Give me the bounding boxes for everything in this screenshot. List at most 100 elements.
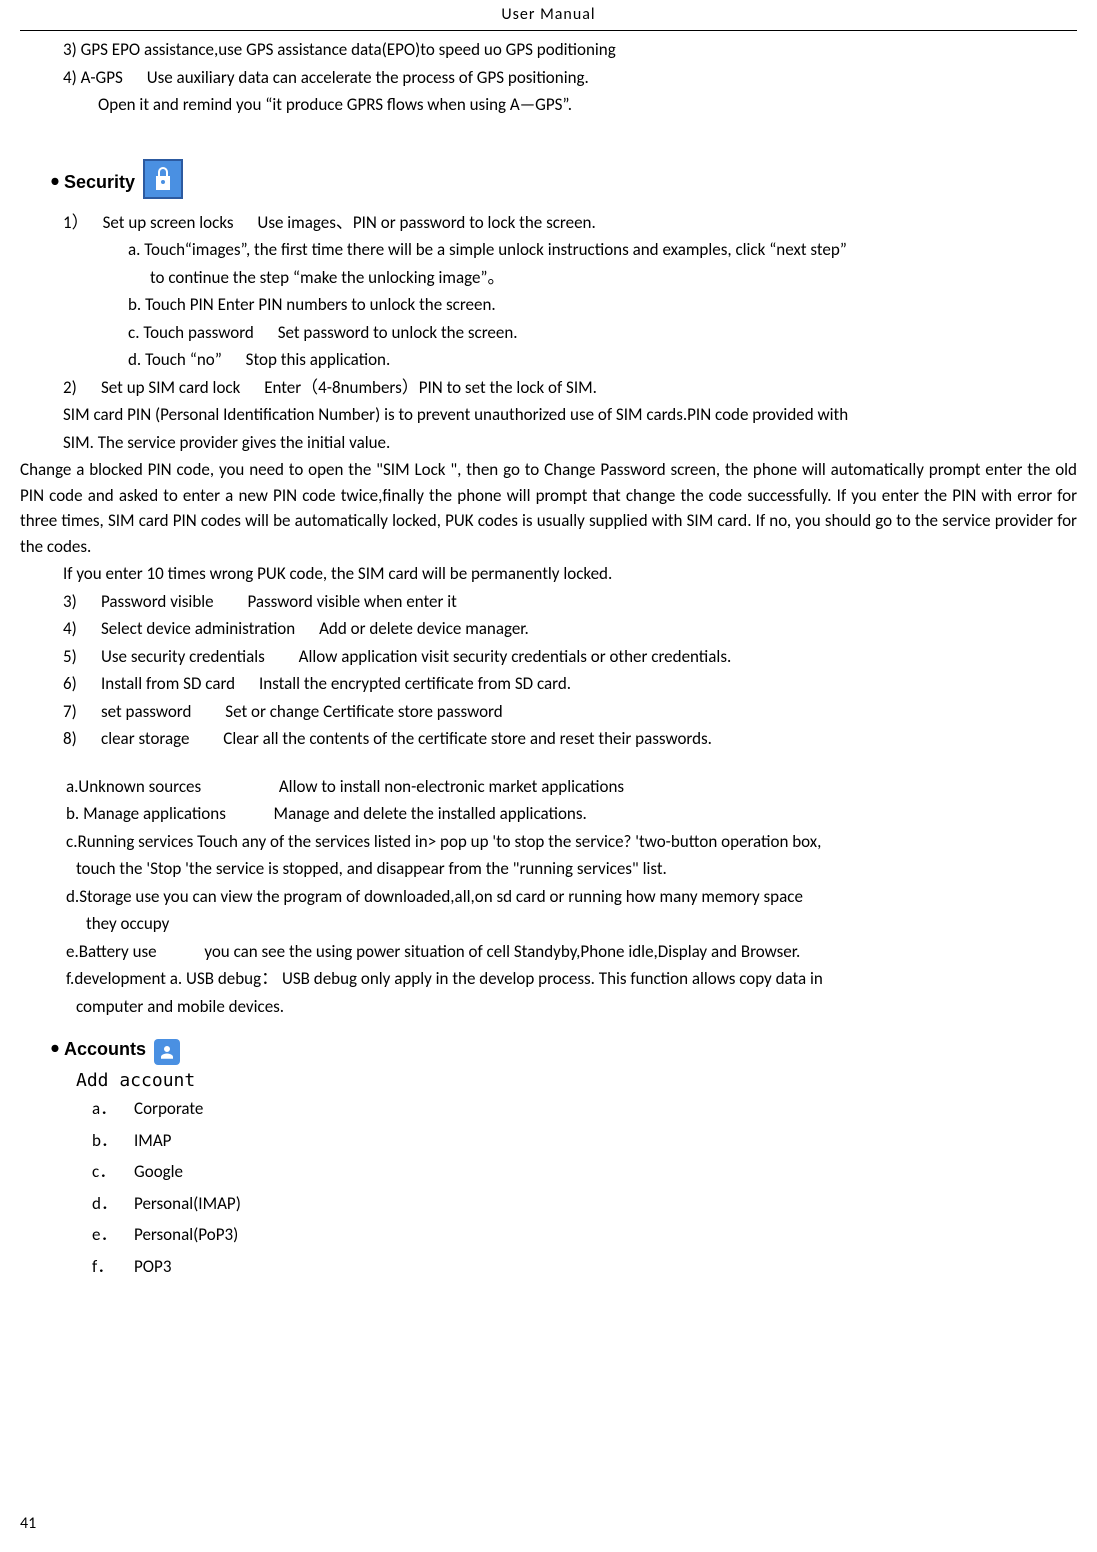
item-value: Google	[134, 1159, 183, 1185]
clear-storage-item: 8) clear storage Clear all the contents …	[20, 726, 1077, 752]
page-number: 41	[20, 1512, 36, 1536]
screen-locks-item: 1） Set up screen locks Use images、PIN or…	[20, 210, 1077, 236]
device-admin-desc: Add or delete device manager.	[319, 618, 529, 639]
unknown-sources-item: a.Unknown sources Allow to install non-e…	[20, 774, 1077, 800]
item-value: Corporate	[134, 1096, 203, 1122]
clear-storage-desc: Clear all the contents of the certificat…	[223, 728, 712, 749]
sub-a-cont: to continue the step “make the unlocking…	[20, 265, 1077, 291]
item-text: Select device administration Add or dele…	[101, 616, 529, 642]
item-number: 6)	[63, 671, 87, 697]
account-personal-pop3: e． Personal(PoP3)	[20, 1222, 1077, 1248]
sec-cred-desc: Allow application visit security credent…	[299, 646, 732, 667]
clear-storage-label: clear storage	[101, 728, 189, 749]
item-value: IMAP	[134, 1128, 171, 1154]
battery-use-desc: you can see the using power situation of…	[204, 941, 800, 962]
item-value: Personal(IMAP)	[134, 1191, 241, 1217]
manage-apps-desc: Manage and delete the installed applicat…	[274, 803, 587, 824]
sim-lock-item: 2) Set up SIM card lock Enter（4-8numbers…	[20, 375, 1077, 401]
lock-icon	[143, 159, 183, 199]
set-pwd-label: set password	[101, 701, 191, 722]
install-sd-label: Install from SD card	[101, 673, 235, 694]
item-text: clear storage Clear all the contents of …	[101, 726, 712, 752]
sub-a: a. Touch“images”, the first time there w…	[20, 237, 1077, 263]
sub-b: b. Touch PIN Enter PIN numbers to unlock…	[20, 292, 1077, 318]
account-imap: b． IMAP	[20, 1128, 1077, 1154]
item-number: 1）	[63, 210, 89, 236]
development-item: f.development a. USB debug： USB debug on…	[20, 966, 1077, 992]
accounts-title: Accounts	[64, 1036, 146, 1063]
agps-desc: Use auxiliary data can accelerate the pr…	[147, 67, 589, 88]
unknown-sources-desc: Allow to install non-electronic market a…	[279, 776, 624, 797]
device-admin-item: 4) Select device administration Add or d…	[20, 616, 1077, 642]
install-sd-item: 6) Install from SD card Install the encr…	[20, 671, 1077, 697]
manage-apps-item: b. Manage applications Manage and delete…	[20, 801, 1077, 827]
change-pin-paragraph: Change a blocked PIN code, you need to o…	[20, 457, 1077, 559]
item-value: Personal(PoP3)	[134, 1222, 238, 1248]
sub-c-label: c. Touch password	[128, 322, 254, 343]
item-text: Use security credentials Allow applicati…	[101, 644, 731, 670]
sub-d-label: d. Touch “no”	[128, 349, 222, 370]
battery-use-label: e.Battery use	[66, 941, 157, 962]
accounts-section-header: • Accounts	[20, 1033, 1077, 1063]
agps-line: 4) A-GPS Use auxiliary data can accelera…	[20, 65, 1077, 91]
item-letter: c．	[92, 1159, 124, 1185]
item-number: 4)	[63, 616, 87, 642]
device-admin-label: Select device administration	[101, 618, 295, 639]
storage-use-item: d.Storage use you can view the program o…	[20, 884, 1077, 910]
pwd-visible-label: Password visible	[101, 591, 214, 612]
item-letter: b．	[92, 1128, 124, 1154]
sim-lock-desc: Enter（4-8numbers）PIN to set the lock of …	[264, 377, 597, 398]
document-body: 3) GPS EPO assistance,use GPS assistance…	[20, 37, 1077, 1279]
security-section-header: • Security	[20, 156, 1077, 196]
battery-use-item: e.Battery use you can see the using powe…	[20, 939, 1077, 965]
account-personal-imap: d． Personal(IMAP)	[20, 1191, 1077, 1217]
security-credentials-item: 5) Use security credentials Allow applic…	[20, 644, 1077, 670]
development-cont: computer and mobile devices.	[20, 994, 1077, 1020]
sub-d: d. Touch “no” Stop this application.	[20, 347, 1077, 373]
item-text: Set up screen locks Use images、PIN or pa…	[103, 210, 596, 236]
item-value: POP3	[134, 1254, 171, 1280]
puk-line: If you enter 10 times wrong PUK code, th…	[20, 561, 1077, 587]
item-letter: e．	[92, 1222, 124, 1248]
item-number: 7)	[63, 699, 87, 725]
running-services-item: c.Running services Touch any of the serv…	[20, 829, 1077, 855]
item-text: Password visible Password visible when e…	[101, 589, 457, 615]
item-text: Set up SIM card lock Enter（4-8numbers）PI…	[101, 375, 597, 401]
storage-use-cont: they occupy	[20, 911, 1077, 937]
screen-locks-label: Set up screen locks	[103, 212, 234, 233]
manage-apps-label: b. Manage applications	[66, 803, 226, 824]
sim-pin-p2: SIM. The service provider gives the init…	[20, 430, 1077, 456]
screen-locks-desc: Use images、PIN or password to lock the s…	[257, 212, 595, 233]
item-letter: a．	[92, 1096, 124, 1122]
agps-note: Open it and remind you “it produce GPRS …	[20, 92, 1077, 118]
unknown-sources-label: a.Unknown sources	[66, 776, 201, 797]
item-letter: f．	[92, 1254, 124, 1280]
sub-d-desc: Stop this application.	[246, 349, 391, 370]
item-text: set password Set or change Certificate s…	[101, 699, 503, 725]
password-visible-item: 3) Password visible Password visible whe…	[20, 589, 1077, 615]
gps-epo-line: 3) GPS EPO assistance,use GPS assistance…	[20, 37, 1077, 63]
set-password-item: 7) set password Set or change Certificat…	[20, 699, 1077, 725]
bullet-icon: •	[50, 1033, 60, 1063]
add-account-label: Add account	[20, 1067, 1077, 1094]
account-pop3: f． POP3	[20, 1254, 1077, 1280]
sub-c-desc: Set password to unlock the screen.	[278, 322, 518, 343]
item-number: 3)	[63, 589, 87, 615]
item-number: 2)	[63, 375, 87, 401]
page-header: User Manual	[20, 0, 1077, 31]
sec-cred-label: Use security credentials	[101, 646, 265, 667]
security-title: Security	[64, 169, 135, 196]
sim-lock-label: Set up SIM card lock	[101, 377, 240, 398]
install-sd-desc: Install the encrypted certificate from S…	[259, 673, 571, 694]
account-corporate: a． Corporate	[20, 1096, 1077, 1122]
item-number: 8)	[63, 726, 87, 752]
running-services-cont: touch the 'Stop 'the service is stopped,…	[20, 856, 1077, 882]
sub-c: c. Touch password Set password to unlock…	[20, 320, 1077, 346]
agps-label: 4) A-GPS	[63, 67, 123, 88]
item-number: 5)	[63, 644, 87, 670]
item-letter: d．	[92, 1191, 124, 1217]
item-text: Install from SD card Install the encrypt…	[101, 671, 571, 697]
pwd-visible-desc: Password visible when enter it	[247, 591, 456, 612]
account-google: c． Google	[20, 1159, 1077, 1185]
set-pwd-desc: Set or change Certificate store password	[225, 701, 502, 722]
